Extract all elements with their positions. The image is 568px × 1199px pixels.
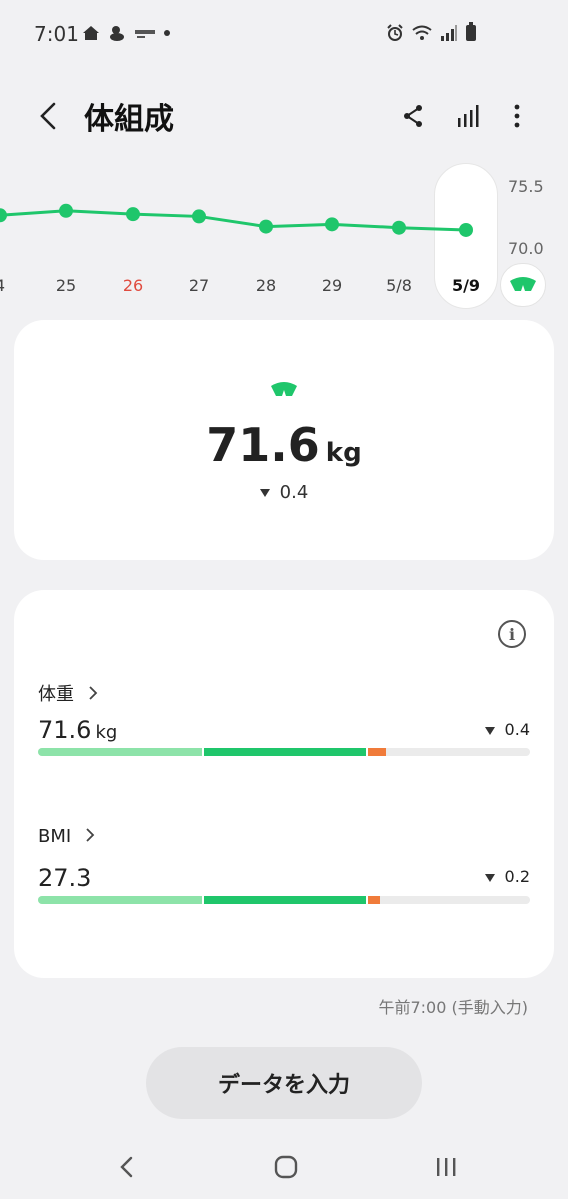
- data-point[interactable]: [0, 208, 7, 223]
- chevron-right-icon: [86, 828, 95, 842]
- weight-trend-chart[interactable]: 4 25 26 27 28 29 5/8 5/9 75.5 70.0: [0, 150, 568, 320]
- range-segment-normal: [204, 896, 366, 904]
- x-tick-label[interactable]: 5/9: [452, 276, 480, 295]
- x-tick-label[interactable]: 26: [123, 276, 143, 295]
- chevron-left-icon: [40, 102, 56, 130]
- data-point[interactable]: [59, 203, 73, 218]
- range-segment-low: [38, 896, 202, 904]
- down-triangle-icon: [484, 873, 495, 882]
- down-triangle-icon: [484, 726, 495, 735]
- dot-icon: [164, 30, 170, 36]
- status-icons-left: [82, 24, 170, 42]
- status-icons-right: [386, 22, 476, 42]
- back-button[interactable]: [30, 96, 66, 136]
- nav-back-icon: [120, 1156, 133, 1178]
- entry-timestamp: 午前7:00 (手動入力): [378, 998, 528, 1017]
- metric-bmi-range-bar: [38, 896, 530, 904]
- data-point[interactable]: [392, 220, 406, 235]
- battery-icon: [466, 22, 476, 41]
- trends-button[interactable]: [448, 96, 488, 136]
- metric-bmi-label: BMI: [38, 826, 72, 847]
- alarm-icon: [387, 24, 403, 41]
- metric-weight-unit: kg: [95, 722, 118, 743]
- app-icon: [110, 26, 124, 41]
- share-button[interactable]: [393, 96, 433, 136]
- senior-app-icon: [135, 30, 155, 38]
- metric-bmi-value: 27.3: [38, 864, 92, 892]
- data-point[interactable]: [259, 219, 273, 234]
- metric-weight-delta: 0.4: [484, 720, 530, 739]
- range-segment-low: [38, 748, 202, 756]
- metric-weight-range-bar: [38, 748, 530, 756]
- x-tick-label[interactable]: 29: [322, 276, 342, 295]
- chart-svg: 4 25 26 27 28 29 5/8 5/9 75.5 70.0: [0, 177, 544, 295]
- summary-weight-unit: kg: [325, 438, 362, 468]
- page-title: 体組成: [84, 102, 174, 137]
- nav-home-icon: [274, 1155, 298, 1179]
- data-point[interactable]: [325, 217, 339, 232]
- metric-weight-label: 体重: [38, 684, 74, 705]
- x-tick-label[interactable]: 27: [189, 276, 209, 295]
- enter-data-button[interactable]: データを入力: [146, 1047, 422, 1119]
- data-point[interactable]: [459, 222, 473, 237]
- x-tick-label[interactable]: 4: [0, 276, 5, 295]
- range-segment-high: [368, 748, 386, 756]
- home-icon: [83, 26, 99, 40]
- data-point[interactable]: [192, 209, 206, 224]
- metric-bmi-link[interactable]: BMI: [38, 826, 95, 847]
- summary-delta-value: 0.4: [279, 482, 309, 503]
- share-icon: [404, 105, 422, 127]
- chevron-right-icon: [89, 686, 98, 700]
- down-triangle-icon: [259, 489, 270, 497]
- summary-weight-value: 71.6: [206, 418, 320, 472]
- nav-back-button[interactable]: [106, 1150, 146, 1184]
- scale-icon: [510, 277, 536, 291]
- metric-bmi-delta-value: 0.2: [504, 867, 530, 886]
- more-options-button[interactable]: [497, 96, 537, 136]
- metric-bmi-delta: 0.2: [484, 867, 530, 886]
- nav-recents-button[interactable]: [426, 1150, 466, 1184]
- nav-home-button[interactable]: [266, 1150, 306, 1184]
- wifi-icon: [412, 25, 432, 40]
- info-icon[interactable]: i: [498, 620, 526, 648]
- data-point[interactable]: [126, 207, 140, 222]
- x-tick-label[interactable]: 28: [256, 276, 276, 295]
- metric-weight-link[interactable]: 体重: [38, 680, 98, 706]
- metrics-card: [14, 590, 554, 978]
- nav-recents-icon: [437, 1158, 456, 1176]
- bar-chart-icon: [458, 105, 479, 127]
- y-tick-label: 75.5: [508, 177, 544, 196]
- scale-toggle-button[interactable]: [500, 263, 546, 307]
- x-tick-label[interactable]: 5/8: [386, 276, 412, 295]
- metric-weight-delta-value: 0.4: [504, 720, 530, 739]
- scale-icon: [271, 382, 297, 396]
- range-segment-normal: [204, 748, 366, 756]
- metric-bmi-value-row: 27.3: [38, 864, 91, 892]
- metric-weight-value-row: 71.6 kg: [38, 716, 117, 744]
- y-tick-label: 70.0: [508, 239, 544, 258]
- metric-weight-value: 71.6: [38, 716, 92, 744]
- x-tick-label[interactable]: 25: [56, 276, 76, 295]
- summary-delta: 0.4: [0, 482, 568, 503]
- signal-icon: [441, 25, 457, 41]
- summary-weight: 71.6 kg: [0, 418, 568, 472]
- status-time: 7:01: [34, 22, 79, 46]
- more-vertical-icon: [514, 104, 520, 128]
- range-segment-high: [368, 896, 380, 904]
